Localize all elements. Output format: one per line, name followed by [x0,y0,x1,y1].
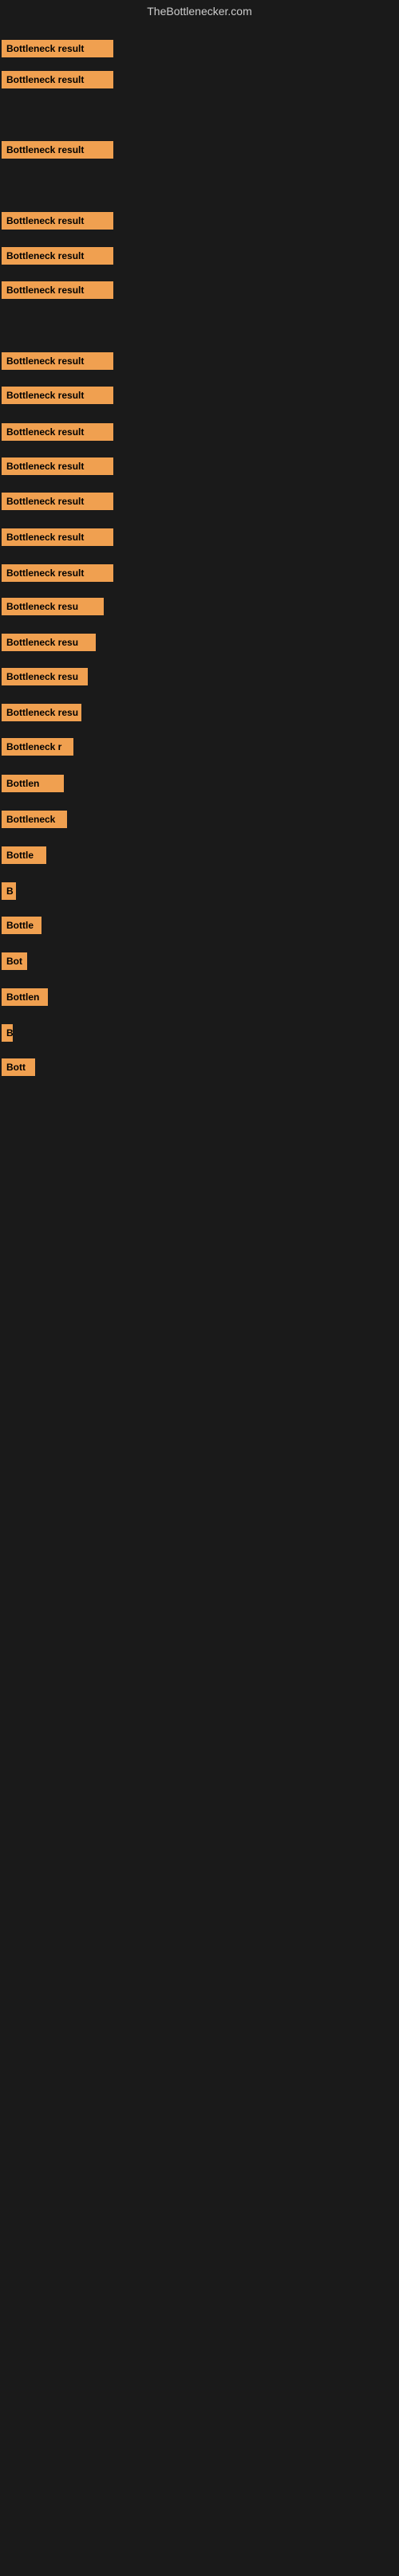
bottleneck-result-label: Bottleneck result [2,247,113,265]
bottleneck-result-label: Bottleneck result [2,212,113,230]
bottleneck-result-label: Bottlen [2,988,48,1006]
bottleneck-result-label: Bot [2,952,27,970]
bottleneck-result-item: Bot [2,952,27,974]
bottleneck-result-label: Bottleneck result [2,423,113,441]
bottleneck-result-label: B [2,882,16,900]
bottleneck-result-label: Bottleneck resu [2,704,81,721]
bottleneck-result-item: B [2,1024,13,1046]
bottleneck-result-item: Bottleneck result [2,247,113,269]
bottleneck-result-item: Bottleneck result [2,40,113,61]
bottleneck-result-label: Bott [2,1058,35,1076]
bottleneck-result-label: Bottleneck result [2,528,113,546]
bottleneck-result-item: Bottleneck resu [2,704,81,725]
bottleneck-result-item: Bott [2,1058,35,1080]
bottleneck-result-label: Bottle [2,917,41,934]
site-title: TheBottlenecker.com [0,0,399,26]
bottleneck-result-item: Bottleneck result [2,457,113,479]
bottleneck-result-label: Bottleneck result [2,352,113,370]
bottleneck-result-item: Bottleneck result [2,387,113,408]
bottleneck-result-item: Bottleneck [2,811,67,832]
bottleneck-result-label: Bottleneck result [2,564,113,582]
bottleneck-result-label: B [2,1024,13,1042]
bottleneck-result-label: Bottleneck [2,811,67,828]
bottleneck-result-item: Bottleneck result [2,564,113,586]
bottleneck-result-item: Bottleneck resu [2,634,96,655]
bottleneck-result-item: Bottleneck result [2,212,113,234]
bottleneck-result-item: Bottleneck result [2,141,113,163]
bottleneck-result-item: Bottleneck r [2,738,73,760]
bottleneck-result-label: Bottleneck r [2,738,73,756]
bottleneck-result-label: Bottleneck resu [2,668,88,685]
bottleneck-result-item: Bottlen [2,988,48,1010]
bottleneck-result-label: Bottleneck result [2,387,113,404]
bottleneck-result-item: Bottleneck result [2,281,113,303]
bottleneck-result-item: Bottleneck result [2,352,113,374]
bottleneck-result-item: B [2,882,16,904]
bottleneck-result-label: Bottleneck result [2,40,113,57]
bottleneck-result-item: Bottle [2,917,41,938]
bottleneck-result-item: Bottleneck result [2,528,113,550]
bottleneck-result-label: Bottleneck result [2,281,113,299]
bottleneck-result-item: Bottlen [2,775,64,796]
bottleneck-result-label: Bottleneck result [2,141,113,159]
bottleneck-result-label: Bottleneck result [2,457,113,475]
bottleneck-result-item: Bottleneck result [2,423,113,445]
bottleneck-result-label: Bottleneck result [2,71,113,88]
bottleneck-result-label: Bottleneck resu [2,634,96,651]
bottleneck-result-label: Bottleneck result [2,493,113,510]
bottleneck-result-item: Bottleneck resu [2,598,104,619]
bottleneck-result-item: Bottleneck result [2,493,113,514]
bottleneck-result-item: Bottleneck resu [2,668,88,689]
bottleneck-result-item: Bottle [2,846,46,868]
bottleneck-result-label: Bottlen [2,775,64,792]
bottleneck-result-label: Bottle [2,846,46,864]
bottleneck-result-label: Bottleneck resu [2,598,104,615]
bottleneck-result-item: Bottleneck result [2,71,113,92]
